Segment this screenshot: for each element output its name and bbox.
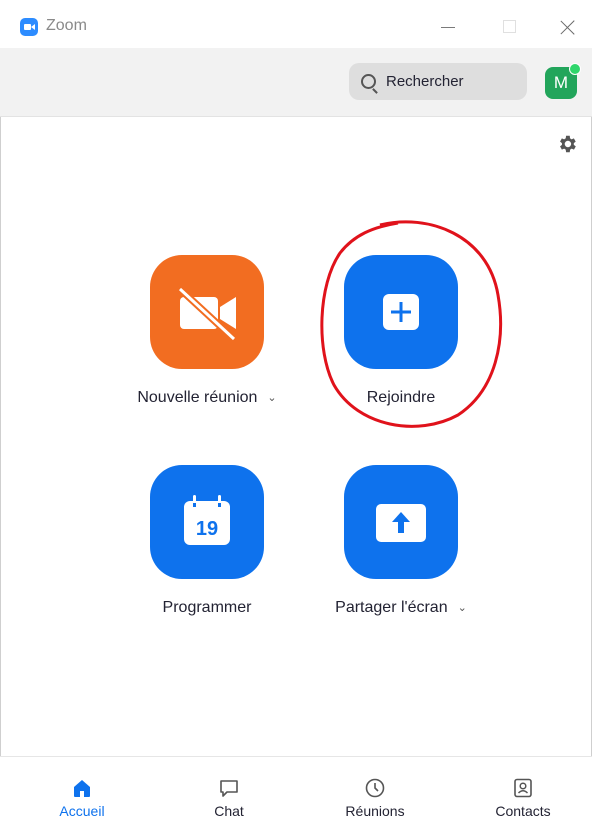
- share-screen-tile[interactable]: Partager l'écran ⌄: [301, 465, 501, 617]
- tab-chat-label: Chat: [214, 803, 244, 819]
- window-title: Zoom: [46, 17, 87, 34]
- chevron-down-icon[interactable]: ⌄: [267, 391, 276, 404]
- tab-meetings[interactable]: Réunions: [315, 757, 435, 832]
- new-meeting-tile[interactable]: Nouvelle réunion ⌄: [107, 255, 307, 407]
- avatar-initial: M: [553, 73, 569, 92]
- tab-home-label: Accueil: [59, 803, 105, 819]
- schedule-tile[interactable]: 19 Programmer: [107, 465, 307, 617]
- tab-meetings-label: Réunions: [345, 803, 405, 819]
- share-screen-button[interactable]: [344, 465, 458, 579]
- top-header: Rechercher M: [0, 48, 592, 117]
- bottom-nav: Accueil Chat Réunions Contacts: [0, 756, 592, 832]
- minimize-button[interactable]: [432, 12, 464, 42]
- calendar-day-number: 19: [196, 518, 218, 540]
- gear-icon[interactable]: [556, 133, 578, 155]
- chevron-down-icon[interactable]: ⌄: [458, 601, 467, 614]
- share-screen-label: Partager l'écran: [335, 599, 448, 616]
- schedule-button[interactable]: 19: [150, 465, 264, 579]
- close-button[interactable]: [552, 12, 584, 42]
- search-placeholder: Rechercher: [386, 73, 464, 90]
- search-icon: [361, 74, 376, 89]
- chat-icon: [220, 780, 238, 797]
- app-window: [0, 0, 592, 831]
- contacts-icon: [514, 778, 532, 798]
- tab-contacts[interactable]: Contacts: [463, 757, 583, 832]
- tab-chat[interactable]: Chat: [169, 757, 289, 832]
- join-label: Rejoindre: [366, 389, 436, 406]
- zoom-logo-icon: [20, 18, 38, 36]
- home-icon: [74, 780, 90, 797]
- clock-icon: [365, 778, 385, 798]
- plus-icon: [383, 294, 419, 330]
- new-meeting-label: Nouvelle réunion: [137, 389, 258, 406]
- calendar-icon: 19: [184, 495, 230, 545]
- tab-contacts-label: Contacts: [495, 803, 551, 819]
- search-input[interactable]: Rechercher: [349, 63, 527, 100]
- maximize-button[interactable]: [494, 12, 526, 42]
- presence-status-icon: [569, 63, 581, 75]
- video-off-icon: [177, 286, 237, 342]
- schedule-label: Programmer: [162, 599, 252, 616]
- title-bar: Zoom: [0, 0, 592, 48]
- join-tile[interactable]: Rejoindre: [301, 255, 501, 407]
- avatar[interactable]: M: [545, 63, 581, 99]
- join-button[interactable]: [344, 255, 458, 369]
- share-up-arrow-icon: [376, 504, 426, 542]
- new-meeting-button[interactable]: [150, 255, 264, 369]
- tab-home[interactable]: Accueil: [22, 757, 142, 832]
